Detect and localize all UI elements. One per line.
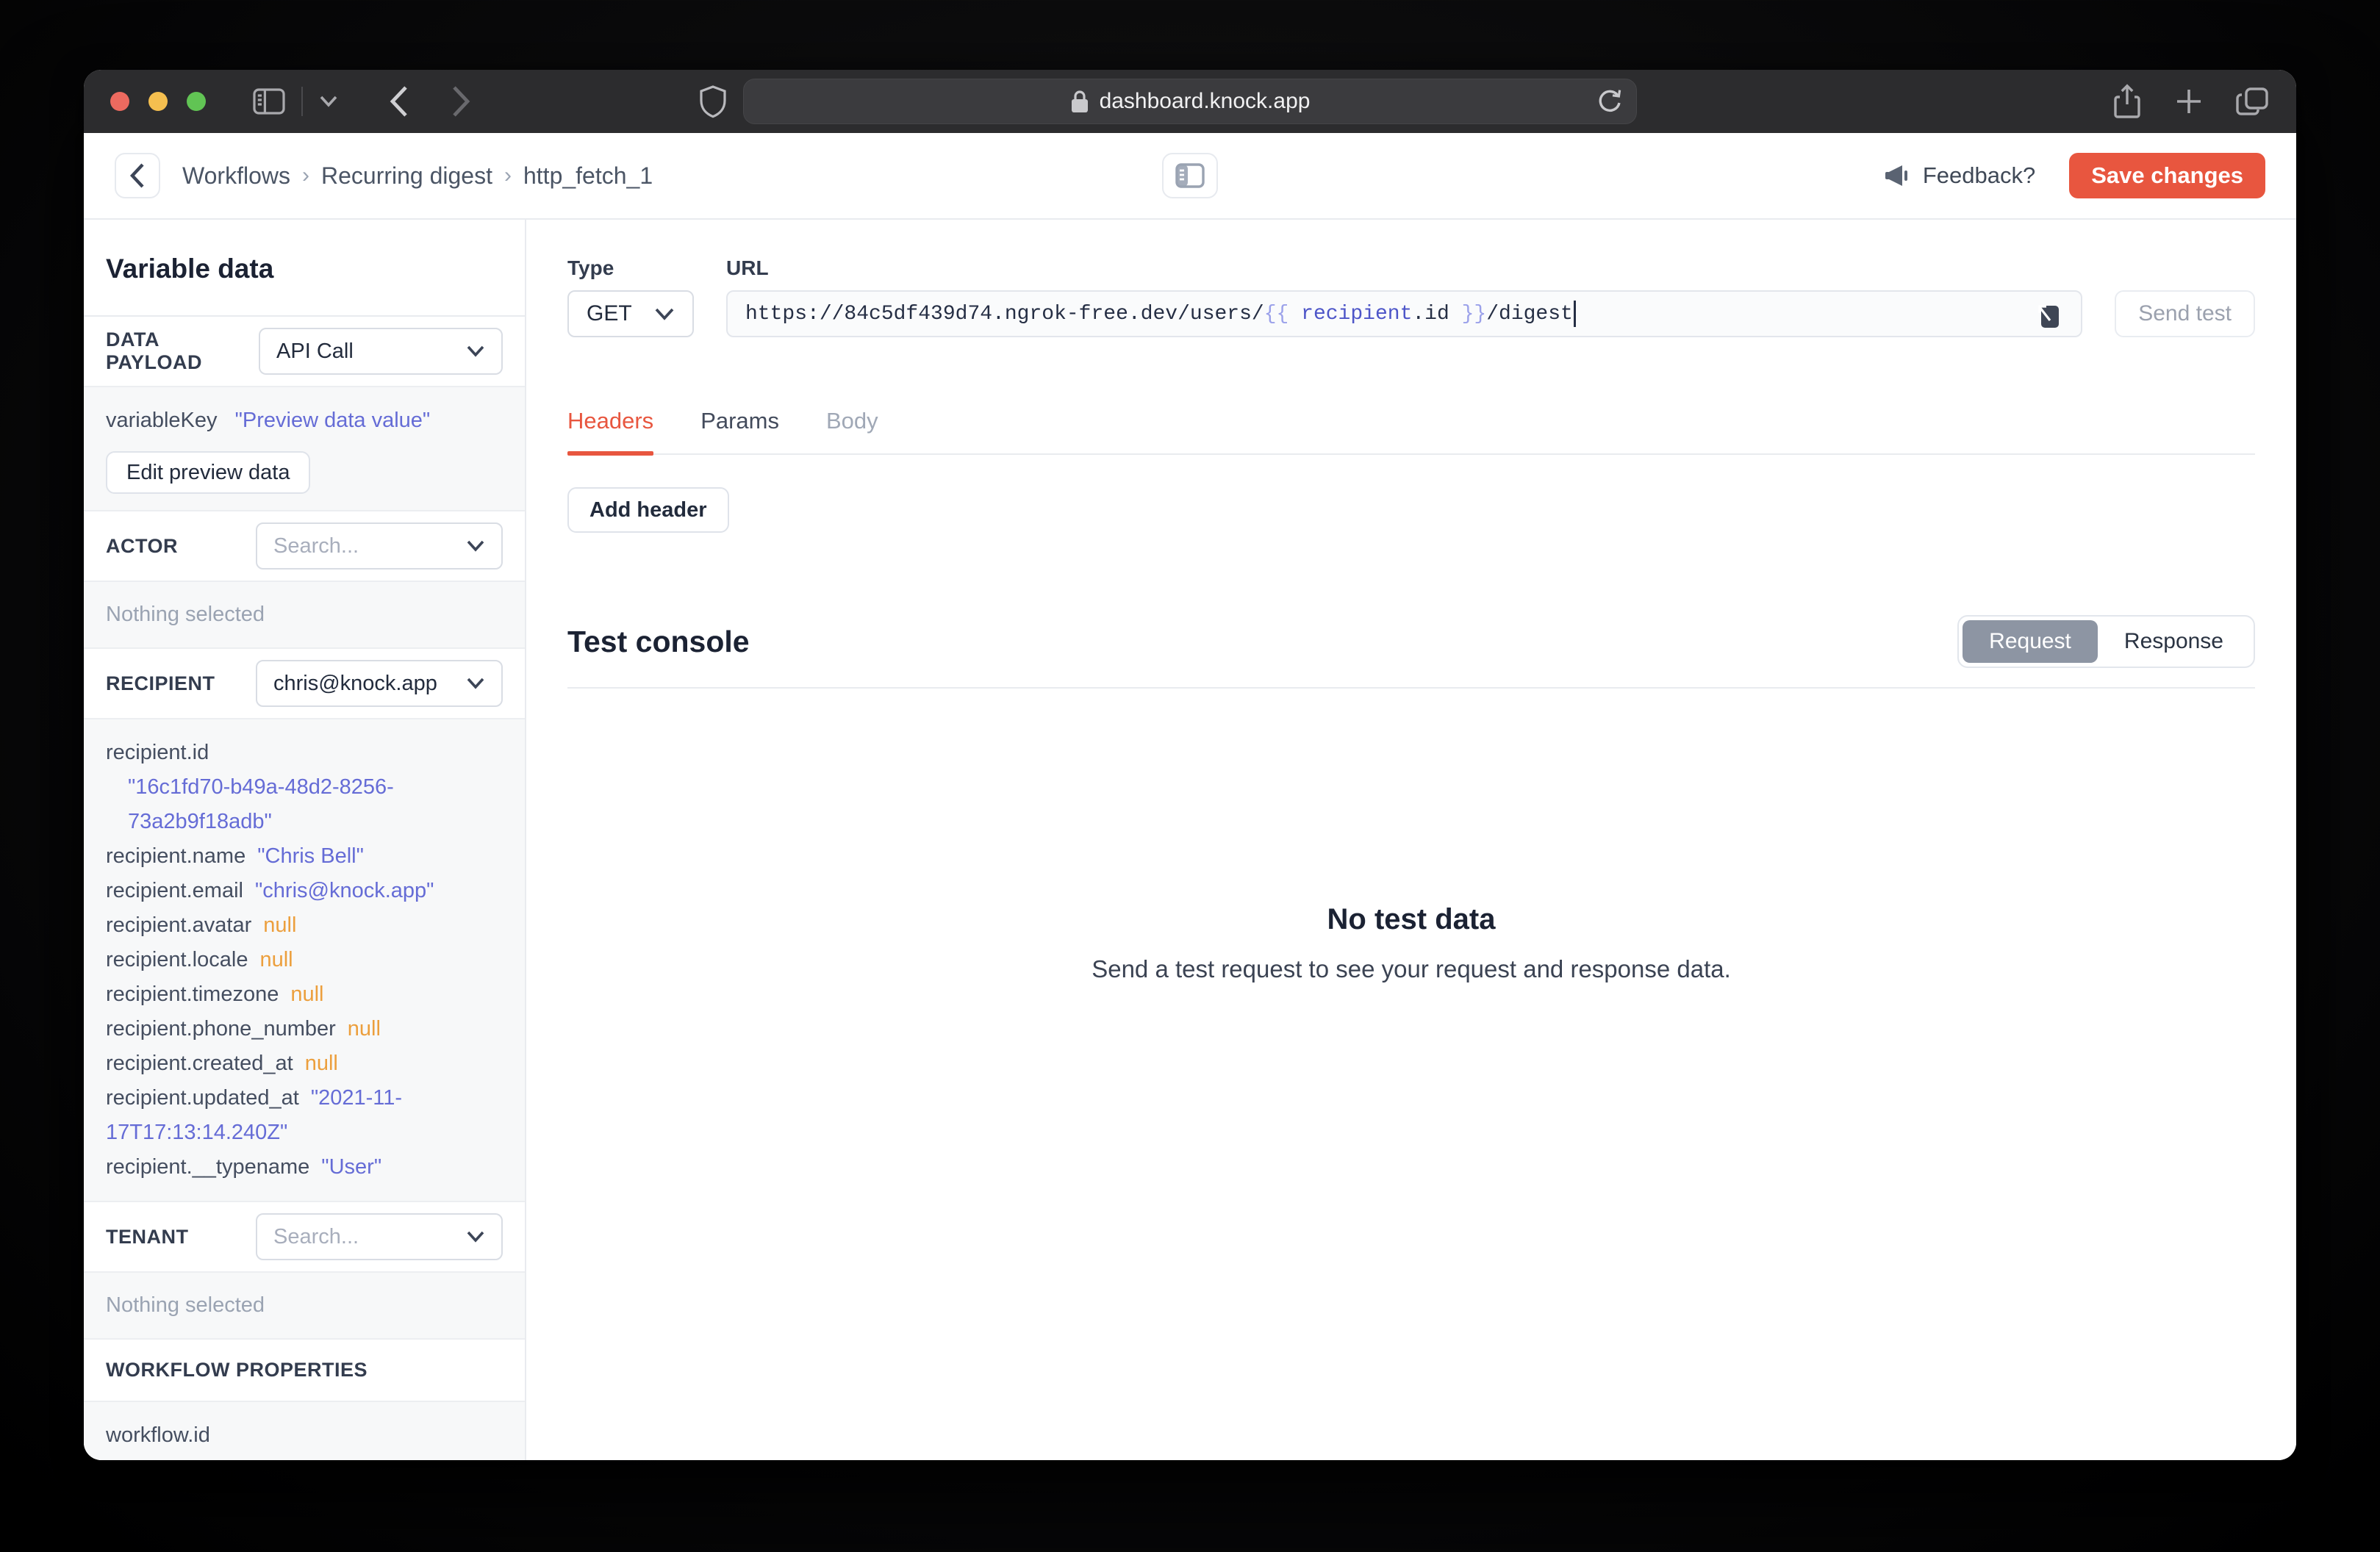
data-row: recipient.name "Chris Bell" xyxy=(106,844,364,868)
empty-state-title: No test data xyxy=(1327,903,1496,935)
tenant-empty-section: Nothing selected xyxy=(84,1271,525,1340)
forward-icon[interactable] xyxy=(451,85,470,118)
send-test-button[interactable]: Send test xyxy=(2115,290,2255,337)
divider xyxy=(567,687,2255,689)
tenant-empty-text: Nothing selected xyxy=(106,1293,265,1317)
feedback-link[interactable]: Feedback? xyxy=(1883,162,2035,190)
data-row: recipient.avatar null xyxy=(106,913,297,937)
edit-preview-data-button[interactable]: Edit preview data xyxy=(106,451,311,494)
breadcrumb-workflows[interactable]: Workflows xyxy=(182,162,290,190)
chevron-down-icon xyxy=(466,678,485,689)
method-select[interactable]: GET xyxy=(567,290,694,337)
recipient-row: RECIPIENT chris@knock.app xyxy=(84,649,525,718)
data-row: recipient.timezone null xyxy=(106,982,324,1006)
window-controls xyxy=(110,92,206,111)
megaphone-icon xyxy=(1885,165,1907,186)
expand-editor-icon[interactable] xyxy=(2034,297,2063,331)
tenant-label: TENANT xyxy=(106,1225,189,1248)
share-icon[interactable] xyxy=(2112,84,2142,119)
chevron-down-icon xyxy=(466,345,485,357)
type-label: Type xyxy=(567,256,614,279)
toggle-sidebar-button[interactable] xyxy=(1162,153,1218,198)
empty-state-subtitle: Send a test request to see your request … xyxy=(1092,955,1731,982)
data-row: recipient.phone_number null xyxy=(106,1017,381,1041)
tab-group-chevron-icon[interactable] xyxy=(319,95,338,108)
tab-params[interactable]: Params xyxy=(700,408,779,453)
sidebar-toggle-icon[interactable] xyxy=(253,88,285,115)
data-row: workflow.id "006e938f-98e6-408e-a9de-dbb… xyxy=(106,1423,395,1460)
sidebar-title: Variable data xyxy=(106,254,274,284)
breadcrumb-separator: › xyxy=(503,163,512,187)
lock-icon xyxy=(1070,89,1089,114)
address-bar[interactable]: dashboard.knock.app xyxy=(743,79,1637,124)
zoom-window-button[interactable] xyxy=(187,92,206,111)
http-fetch-editor: Type GET URL https://84c5df439d74.ngrok-… xyxy=(526,220,2296,1460)
actor-select[interactable]: Search... xyxy=(256,522,503,570)
breadcrumb-workflow-name[interactable]: Recurring digest xyxy=(321,162,492,190)
back-button[interactable] xyxy=(115,153,160,198)
chevron-down-icon xyxy=(466,540,485,552)
recipient-select[interactable]: chris@knock.app xyxy=(256,660,503,707)
request-config-row: Type GET URL https://84c5df439d74.ngrok-… xyxy=(567,256,2255,337)
new-tab-icon[interactable] xyxy=(2174,87,2204,116)
address-text: dashboard.knock.app xyxy=(1099,89,1311,113)
actor-empty-section: Nothing selected xyxy=(84,581,525,649)
tab-body[interactable]: Body xyxy=(826,408,878,453)
url-label: URL xyxy=(726,256,769,279)
divider xyxy=(301,87,303,116)
data-payload-row: DATA PAYLOAD API Call xyxy=(84,317,525,386)
recipient-label: RECIPIENT xyxy=(106,672,215,694)
actor-empty-text: Nothing selected xyxy=(106,603,265,626)
text-cursor xyxy=(1573,301,1576,327)
preview-key: variableKey xyxy=(106,409,218,432)
data-payload-select[interactable]: API Call xyxy=(259,328,503,375)
empty-state: No test data Send a test request to see … xyxy=(567,903,2255,983)
chevron-down-icon xyxy=(654,308,675,320)
browser-titlebar: dashboard.knock.app xyxy=(84,70,2296,133)
minimize-window-button[interactable] xyxy=(148,92,168,111)
request-toggle[interactable]: Request xyxy=(1963,620,2098,663)
data-row: recipient.__typename "User" xyxy=(106,1155,382,1179)
actor-label: ACTOR xyxy=(106,534,179,557)
method-group: Type GET xyxy=(567,256,694,337)
tenant-row: TENANT Search... xyxy=(84,1202,525,1271)
actor-row: ACTOR Search... xyxy=(84,511,525,581)
back-icon[interactable] xyxy=(390,85,409,118)
app-header: Workflows › Recurring digest › http_fetc… xyxy=(84,133,2296,220)
breadcrumb-step-name: http_fetch_1 xyxy=(523,162,653,189)
request-tabs: Headers Params Body xyxy=(567,408,2255,456)
workflow-properties-header: WORKFLOW PROPERTIES xyxy=(84,1340,525,1401)
preview-value: "Preview data value" xyxy=(234,409,431,432)
url-input[interactable]: https://84c5df439d74.ngrok-free.dev/user… xyxy=(726,290,2083,337)
recipient-data-section: recipient.id "16c1fd70-b49a-48d2-8256-73… xyxy=(84,718,525,1202)
data-row: recipient.updated_at "2021-11-17T17:13:14… xyxy=(106,1086,403,1144)
preview-data-section: variableKey "Preview data value" Edit pr… xyxy=(84,386,525,511)
breadcrumb-separator: › xyxy=(301,163,309,187)
browser-window: dashboard.knock.app Workflows › Recurrin… xyxy=(84,70,2296,1460)
tab-headers[interactable]: Headers xyxy=(567,408,654,456)
data-row: recipient.email "chris@knock.app" xyxy=(106,879,434,902)
reload-icon[interactable] xyxy=(1596,87,1621,115)
test-console-header: Test console Request Response xyxy=(567,615,2255,668)
test-console-title: Test console xyxy=(567,624,750,658)
close-window-button[interactable] xyxy=(110,92,129,111)
data-row: recipient.locale null xyxy=(106,948,293,971)
add-header-button[interactable]: Add header xyxy=(567,487,729,533)
breadcrumb: Workflows › Recurring digest › http_fetc… xyxy=(182,162,653,190)
tab-overview-icon[interactable] xyxy=(2236,86,2270,117)
data-payload-label: DATA PAYLOAD xyxy=(106,328,203,373)
workflow-properties-section: workflow.id "006e938f-98e6-408e-a9de-dbb… xyxy=(84,1401,525,1460)
url-group: URL https://84c5df439d74.ngrok-free.dev/… xyxy=(726,256,2083,337)
url-text: https://84c5df439d74.ngrok-free.dev/user… xyxy=(745,302,1573,326)
save-changes-button[interactable]: Save changes xyxy=(2069,153,2265,198)
feedback-label: Feedback? xyxy=(1922,162,2036,188)
request-response-toggle: Request Response xyxy=(1957,615,2255,668)
data-row: recipient.id "16c1fd70-b49a-48d2-8256-73… xyxy=(106,741,394,833)
tenant-select[interactable]: Search... xyxy=(256,1213,503,1260)
data-row: recipient.created_at null xyxy=(106,1052,338,1075)
privacy-shield-icon[interactable] xyxy=(699,85,727,118)
chevron-down-icon xyxy=(466,1231,485,1243)
response-toggle[interactable]: Response xyxy=(2098,620,2250,663)
variable-data-sidebar: Variable data DATA PAYLOAD API Call vari… xyxy=(84,220,526,1460)
